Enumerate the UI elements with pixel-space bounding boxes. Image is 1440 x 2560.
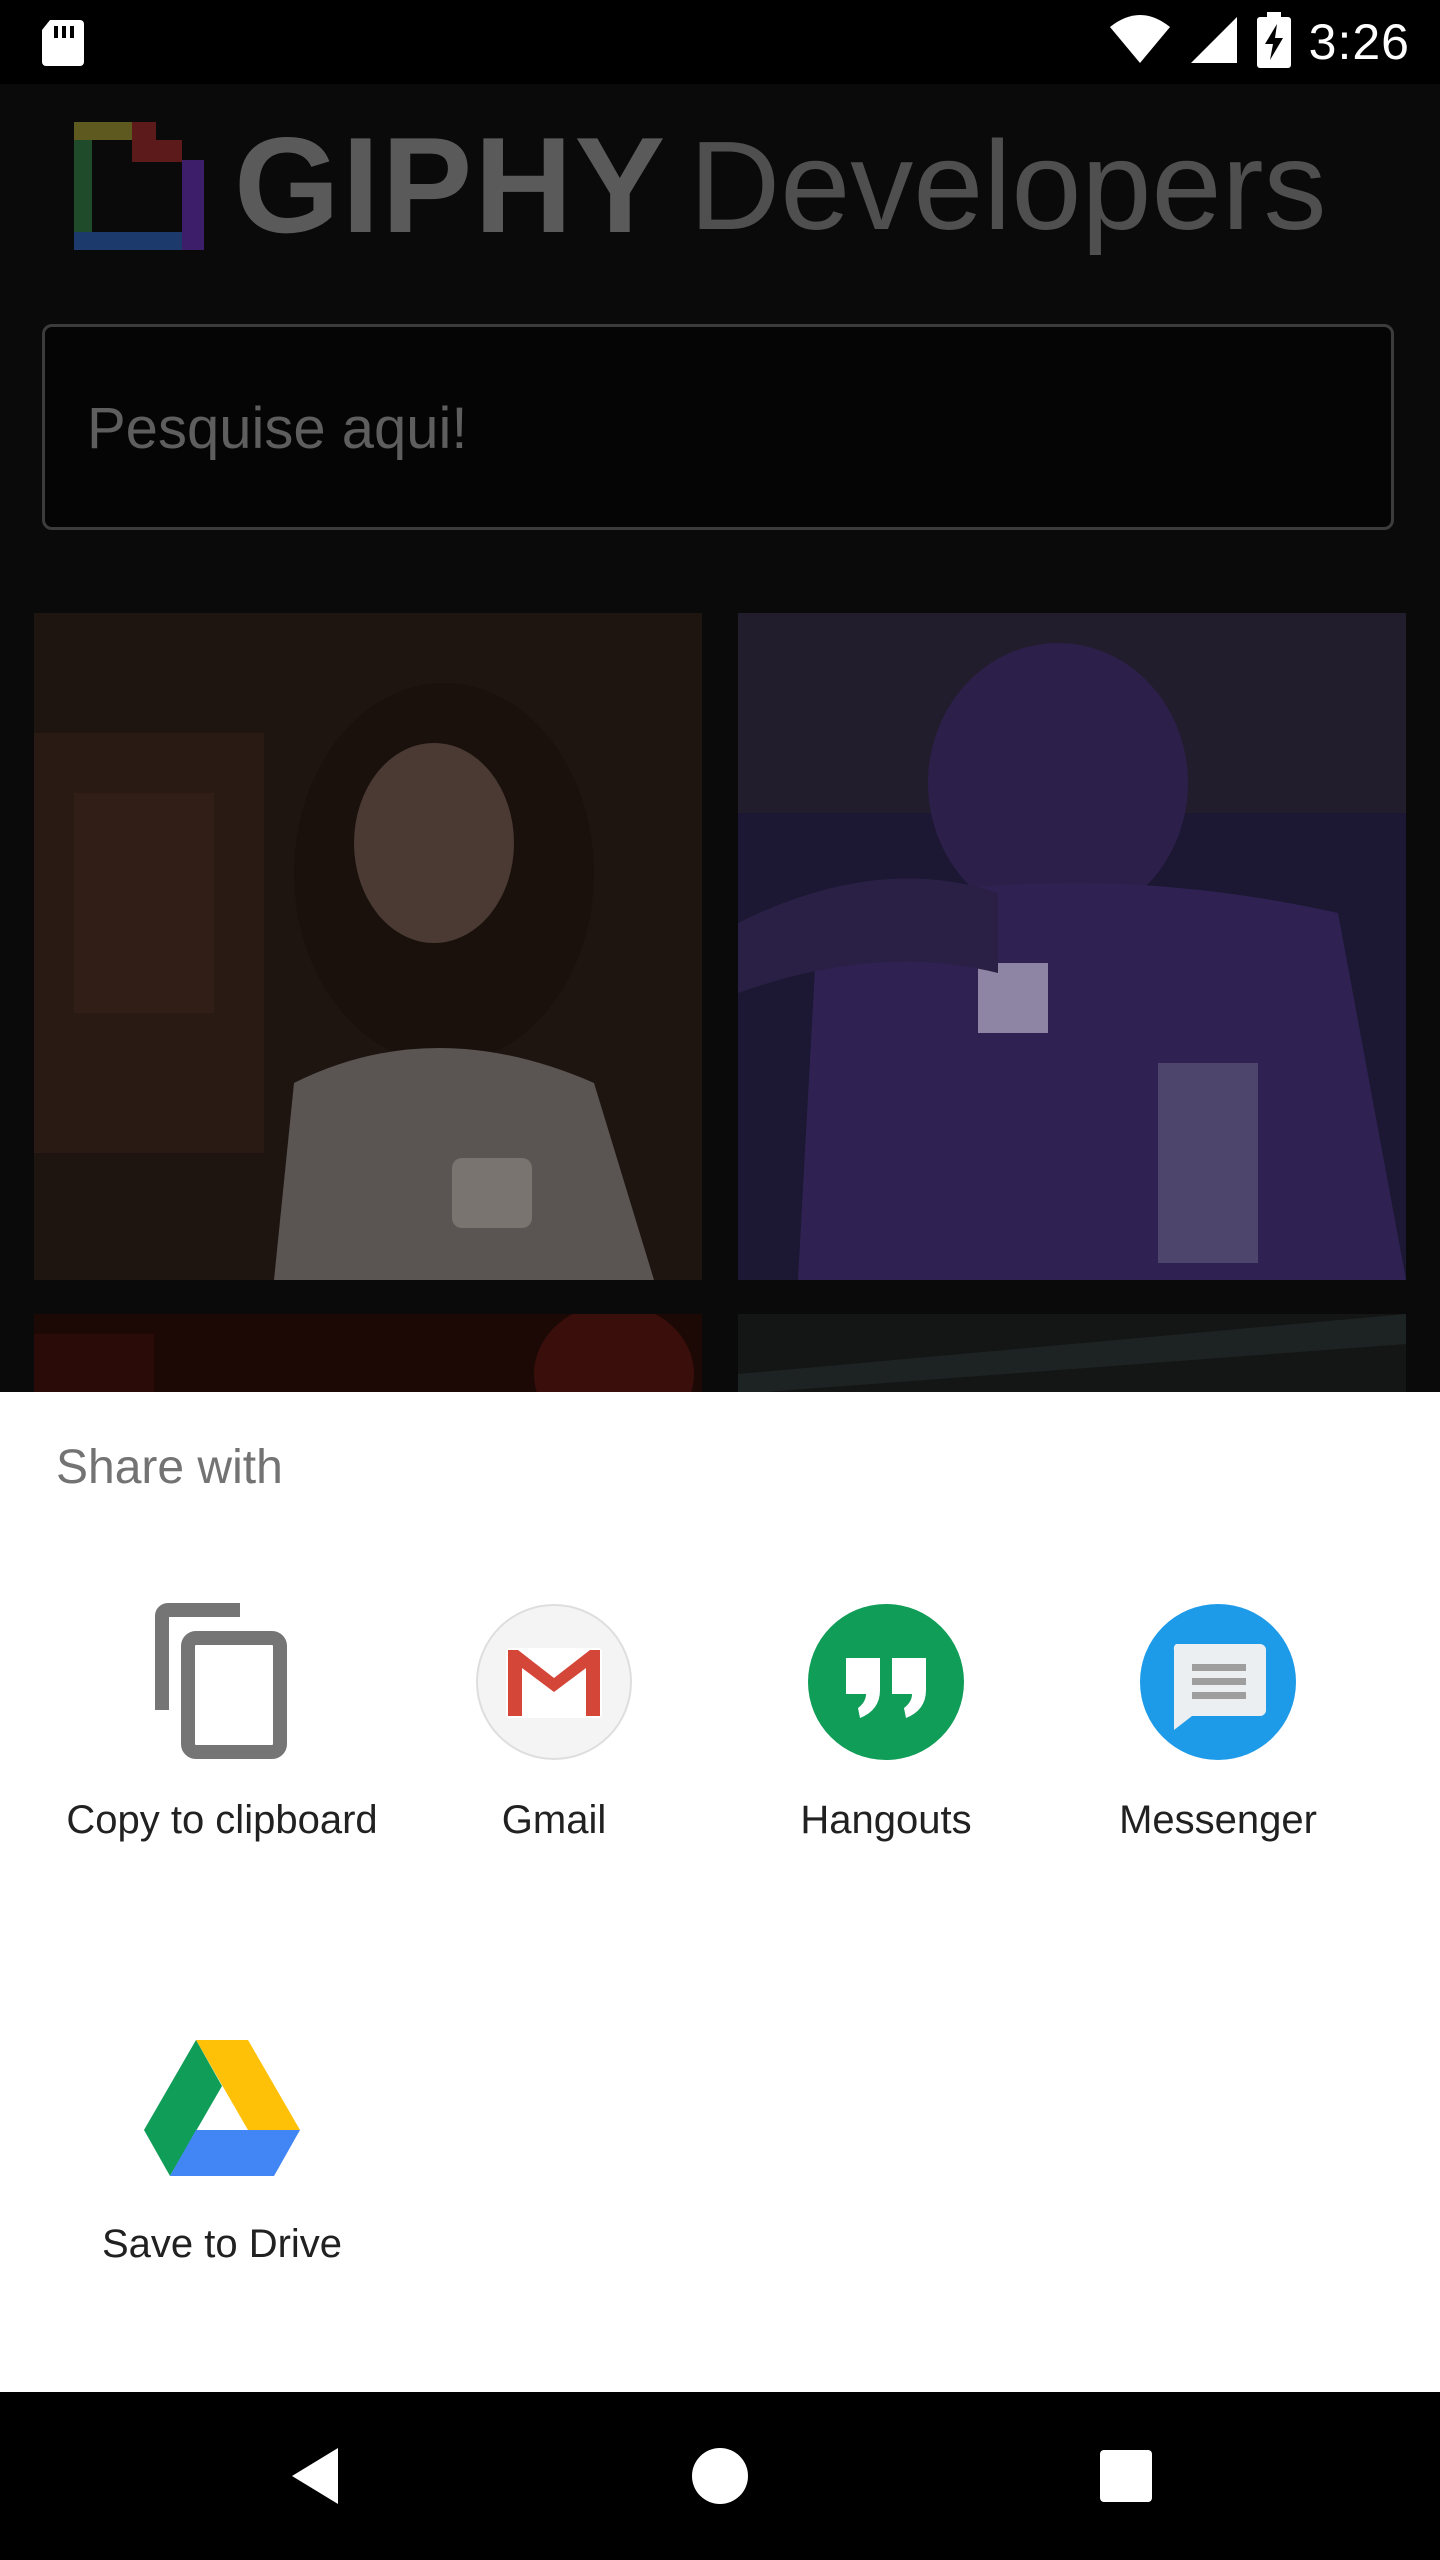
logo-text-giphy: GIPHY: [234, 109, 668, 261]
share-target-label: Gmail: [501, 1798, 607, 1842]
share-target-label: Messenger: [1119, 1798, 1317, 1842]
battery-charging-icon: [1256, 11, 1291, 73]
share-target-hangouts[interactable]: Hangouts: [720, 1602, 1052, 1843]
logo-text-developers: Developers: [689, 114, 1327, 256]
search-input[interactable]: [85, 327, 1349, 529]
share-target-label: Hangouts: [800, 1798, 972, 1842]
hangouts-icon: [806, 1602, 966, 1762]
share-sheet: Share with Copy to clipboard Gmail Hango…: [0, 1392, 1440, 2392]
signal-icon: [1189, 15, 1239, 70]
gif-tile[interactable]: [738, 613, 1406, 1280]
gif-tile[interactable]: [738, 1314, 1406, 1392]
giphy-developers-logo: GIPHY Developers: [70, 109, 1327, 261]
navigation-bar: [0, 2392, 1440, 2560]
gif-tile[interactable]: [34, 1314, 702, 1392]
share-target-label: Save to Drive: [101, 2222, 343, 2266]
share-target-copy-to-clipboard[interactable]: Copy to clipboard: [56, 1602, 388, 1843]
share-target-messenger[interactable]: Messenger: [1052, 1602, 1384, 1843]
copy-icon: [142, 1602, 302, 1762]
messenger-icon: [1138, 1602, 1298, 1762]
share-target-label: Copy to clipboard: [66, 1798, 378, 1842]
status-bar: 3:26: [0, 0, 1440, 84]
gmail-icon: [474, 1602, 634, 1762]
share-target-save-to-drive[interactable]: Save to Drive: [56, 2026, 388, 2267]
sd-card-icon: [40, 18, 86, 73]
share-sheet-title: Share with: [56, 1441, 283, 1494]
recents-icon[interactable]: [1076, 2426, 1176, 2526]
drive-icon: [142, 2026, 302, 2186]
clock: 3:26: [1308, 14, 1410, 70]
share-target-gmail[interactable]: Gmail: [388, 1602, 720, 1843]
back-icon[interactable]: [264, 2426, 364, 2526]
wifi-icon: [1109, 14, 1171, 70]
search-box[interactable]: [42, 324, 1394, 530]
app-content: GIPHY Developers: [0, 84, 1440, 1392]
home-icon[interactable]: [670, 2426, 770, 2526]
giphy-logo-icon: [74, 122, 204, 250]
gif-tile[interactable]: [34, 613, 702, 1280]
